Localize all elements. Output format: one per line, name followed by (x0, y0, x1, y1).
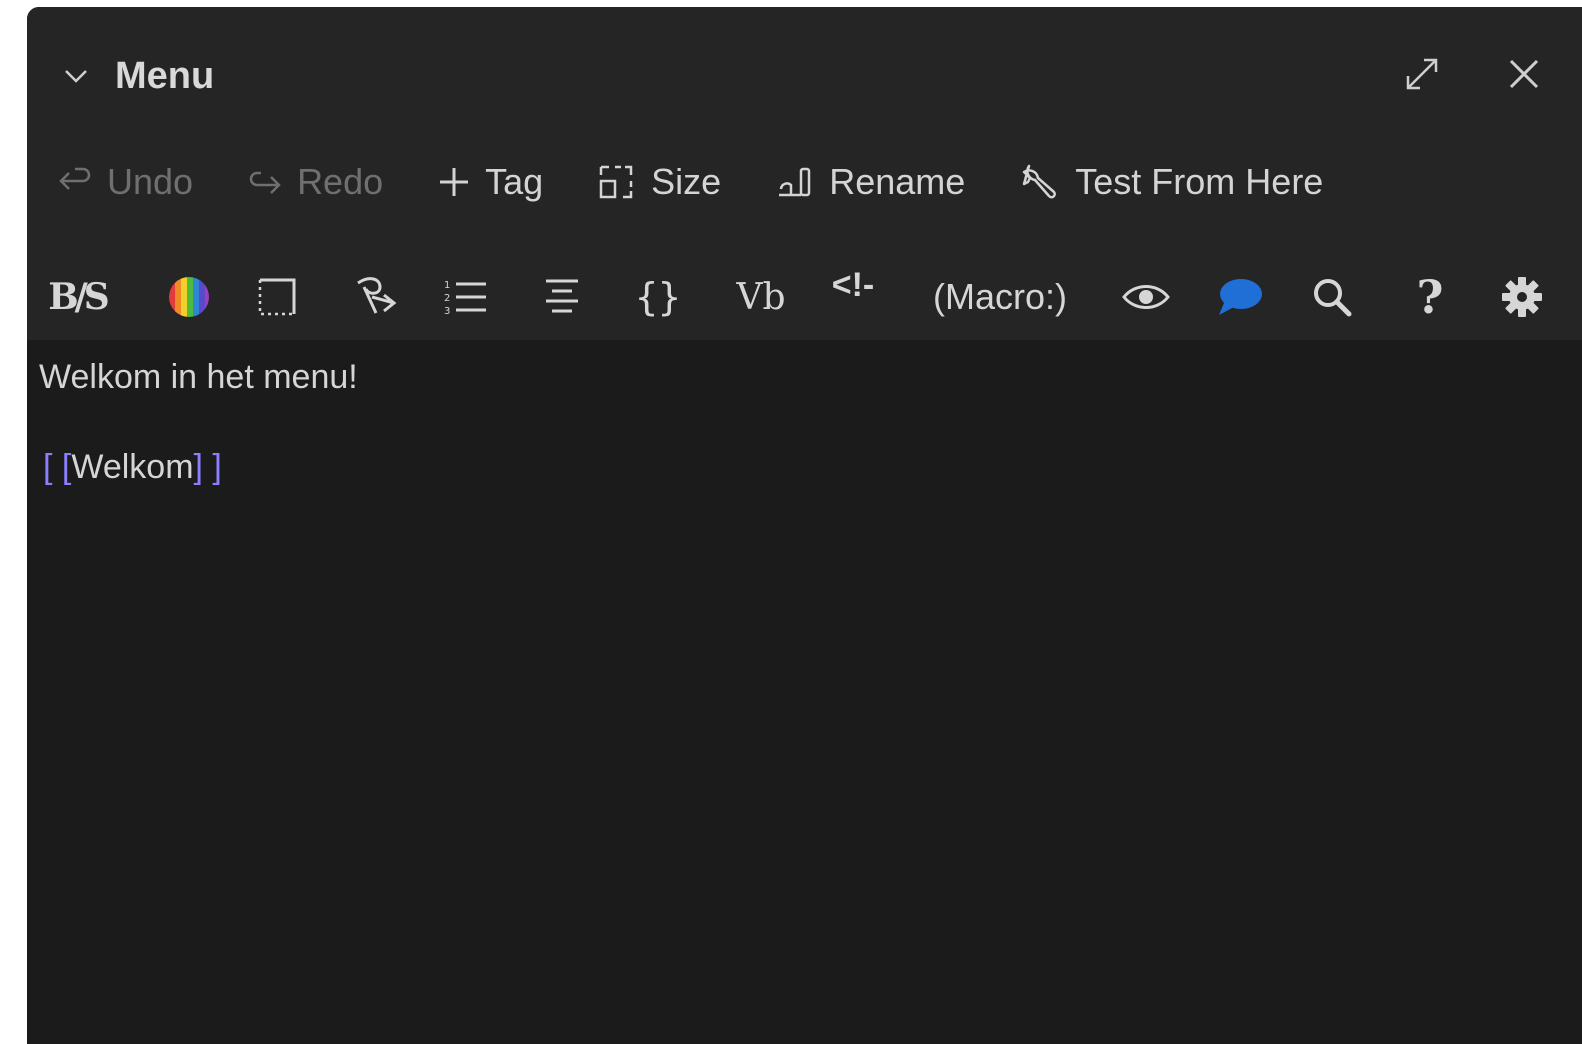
preview-button[interactable] (1119, 267, 1173, 327)
plus-icon (437, 165, 471, 199)
speech-bubble-icon (1219, 279, 1262, 315)
link-open-brackets: [ [ (43, 448, 72, 486)
macro-button[interactable]: (Macro:) (920, 267, 1080, 327)
close-icon (1509, 59, 1539, 89)
rename-icon (775, 163, 815, 201)
help-button[interactable]: ? (1407, 267, 1453, 327)
border-icon (258, 278, 296, 316)
color-button[interactable] (164, 267, 214, 327)
list-icon: 1 2 3 (444, 280, 486, 317)
settings-button[interactable] (1497, 267, 1547, 327)
svg-text:1: 1 (444, 280, 450, 291)
search-icon (1314, 279, 1352, 317)
maximize-button[interactable] (1399, 51, 1445, 97)
link-text: Welkom (71, 448, 194, 486)
border-button[interactable] (252, 267, 302, 327)
comments-bubble-button[interactable] (1213, 267, 1267, 327)
gear-icon (1502, 277, 1542, 317)
passage-link[interactable]: [ [Welkom] ] (43, 448, 222, 487)
size-button[interactable]: Size (597, 155, 721, 209)
verbatim-button[interactable]: Vb (731, 267, 791, 327)
eye-icon (1122, 285, 1170, 309)
svg-text:3: 3 (444, 306, 450, 317)
wrench-icon (1019, 162, 1061, 202)
primary-toolbar: Undo Redo Tag Size Rename Test From Here (57, 155, 1377, 209)
link-close-brackets: ] ] (193, 448, 222, 486)
svg-text:2: 2 (444, 293, 450, 304)
bold-strike-button[interactable]: B/S (47, 267, 110, 327)
collapse-button[interactable] (59, 59, 93, 93)
test-from-here-button[interactable]: Test From Here (1019, 155, 1323, 209)
list-button[interactable]: 1 2 3 (441, 267, 491, 327)
rotate-icon (357, 277, 397, 314)
passage-text-line[interactable]: Welkom in het menu! (39, 358, 358, 397)
add-tag-button[interactable]: Tag (437, 155, 543, 209)
redo-icon (247, 167, 283, 197)
rainbow-color-icon (169, 277, 209, 317)
align-center-icon (546, 279, 578, 313)
code-braces-button[interactable]: {} (630, 267, 686, 327)
maximize-icon (1406, 58, 1438, 90)
align-center-button[interactable] (537, 267, 587, 327)
undo-button[interactable]: Undo (57, 155, 193, 209)
search-button[interactable] (1307, 267, 1357, 327)
comment-button[interactable]: <!- (823, 255, 883, 315)
chevron-down-icon (65, 70, 87, 83)
rename-button[interactable]: Rename (775, 155, 965, 209)
panel-title: Menu (115, 55, 215, 97)
size-icon (597, 163, 637, 201)
undo-icon (57, 167, 93, 197)
story-format-panel: Menu Undo Redo Tag Size Rename Test From… (27, 7, 1582, 1044)
format-toolbar: B/S 1 2 3 {} Vb <!- (Macro:) ? (27, 255, 1582, 337)
close-button[interactable] (1501, 51, 1547, 97)
passage-text-editor[interactable]: Welkom in het menu! [ [Welkom] ] (27, 340, 1582, 1044)
redo-button[interactable]: Redo (247, 155, 383, 209)
panel-header: Menu Undo Redo Tag Size Rename Test From… (27, 7, 1582, 340)
rotate-transition-button[interactable] (347, 267, 403, 327)
